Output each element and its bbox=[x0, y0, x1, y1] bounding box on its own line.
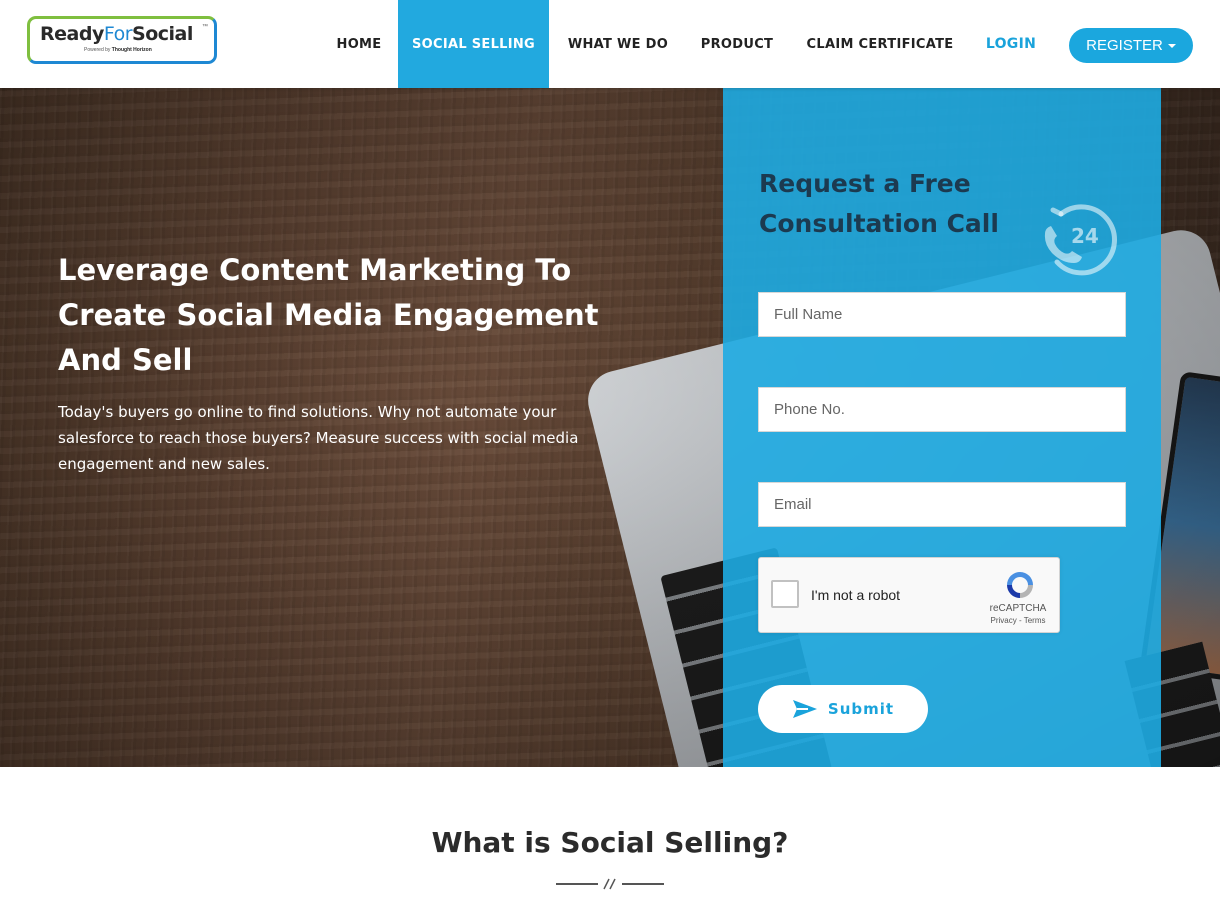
logo-trademark: ™ bbox=[202, 24, 208, 30]
recaptcha-brand: reCAPTCHA bbox=[989, 603, 1047, 614]
recaptcha-label: I'm not a robot bbox=[811, 587, 901, 603]
nav-login[interactable]: LOGIN bbox=[976, 0, 1046, 88]
phone-24-hours-icon: 24 bbox=[1044, 204, 1117, 276]
consultation-form-panel: Request a Free Consultation Call 24 I'm … bbox=[723, 88, 1161, 767]
phone-input[interactable] bbox=[758, 387, 1126, 432]
hero-section: Leverage Content Marketing To Create Soc… bbox=[0, 88, 1220, 767]
site-header: ReadyForSocial ™ Powered by Thought Hori… bbox=[0, 0, 1220, 88]
nav-home[interactable]: HOME bbox=[326, 0, 392, 88]
caret-down-icon bbox=[1167, 43, 1176, 48]
hero-title: Leverage Content Marketing To Create Soc… bbox=[58, 253, 599, 377]
logo-wordmark: ReadyForSocial bbox=[40, 23, 193, 45]
logo-tagline: Powered by Thought Horizon bbox=[84, 47, 152, 53]
email-input[interactable] bbox=[758, 482, 1126, 527]
register-label: REGISTER bbox=[1086, 37, 1163, 54]
recaptcha-logo-icon bbox=[1007, 572, 1033, 598]
recaptcha-privacy-terms[interactable]: Privacy - Terms bbox=[983, 616, 1053, 625]
badge-24-text: 24 bbox=[1071, 224, 1099, 248]
recaptcha-checkbox[interactable] bbox=[771, 580, 799, 608]
register-button[interactable]: REGISTER bbox=[1069, 28, 1193, 63]
hero-description: Today's buyers go online to find solutio… bbox=[58, 403, 579, 473]
nav-claim-certificate[interactable]: CLAIM CERTIFICATE bbox=[795, 0, 965, 88]
recaptcha-widget: I'm not a robot reCAPTCHA Privacy - Term… bbox=[758, 557, 1060, 633]
full-name-input[interactable] bbox=[758, 292, 1126, 337]
form-title: Request a Free Consultation Call bbox=[759, 169, 999, 238]
nav-social-selling[interactable]: SOCIAL SELLING bbox=[398, 0, 549, 88]
ready-for-social-logo[interactable]: ReadyForSocial ™ Powered by Thought Hori… bbox=[27, 16, 217, 64]
send-icon bbox=[792, 700, 817, 718]
section-divider bbox=[556, 878, 664, 890]
nav-what-we-do[interactable]: WHAT WE DO bbox=[556, 0, 680, 88]
nav-product[interactable]: PRODUCT bbox=[690, 0, 784, 88]
submit-button[interactable]: Submit bbox=[758, 685, 928, 733]
section-title: What is Social Selling? bbox=[431, 826, 789, 859]
submit-label: Submit bbox=[827, 700, 895, 718]
